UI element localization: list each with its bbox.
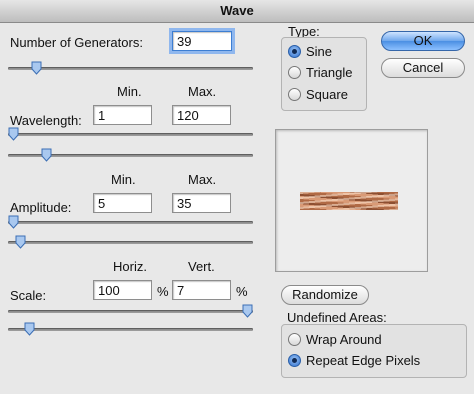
scale-vert-field[interactable]: 7 bbox=[172, 280, 231, 300]
amplitude-max-slider[interactable] bbox=[8, 235, 253, 250]
scale-vert-slider[interactable] bbox=[8, 322, 253, 337]
radio-sine[interactable]: Sine bbox=[288, 44, 332, 59]
scale-label: Scale: bbox=[10, 288, 47, 303]
radio-square[interactable]: Square bbox=[288, 87, 348, 102]
scale-vert-unit: % bbox=[236, 284, 248, 299]
preview-pane bbox=[275, 129, 428, 272]
wavelength-min-header: Min. bbox=[117, 84, 142, 99]
amplitude-min-slider[interactable] bbox=[8, 215, 253, 230]
scale-vert-slider-track bbox=[8, 328, 253, 331]
slider-thumb-icon[interactable] bbox=[8, 127, 19, 141]
wavelength-min-slider-track bbox=[8, 133, 253, 136]
radio-triangle[interactable]: Triangle bbox=[288, 65, 352, 80]
wavelength-label: Wavelength: bbox=[10, 113, 82, 128]
radio-button-icon[interactable] bbox=[288, 45, 301, 58]
radio-button-icon[interactable] bbox=[288, 88, 301, 101]
amplitude-min-slider-track bbox=[8, 221, 253, 224]
radio-triangle-label: Triangle bbox=[306, 65, 353, 80]
generators-label: Number of Generators: bbox=[10, 35, 143, 50]
scale-horiz-slider-track bbox=[8, 310, 253, 313]
radio-button-icon[interactable] bbox=[288, 354, 301, 367]
slider-thumb-icon[interactable] bbox=[8, 215, 19, 229]
scale-horiz-unit: % bbox=[157, 284, 169, 299]
wavelength-max-header: Max. bbox=[188, 84, 217, 99]
ok-button[interactable]: OK bbox=[381, 31, 465, 51]
radio-button-icon[interactable] bbox=[288, 333, 301, 346]
slider-thumb-icon[interactable] bbox=[31, 61, 42, 75]
radio-repeat-edge-pixels-label: Repeat Edge Pixels bbox=[306, 353, 421, 368]
generators-slider-track bbox=[8, 67, 253, 70]
amplitude-max-field[interactable]: 35 bbox=[172, 193, 231, 213]
preview-image bbox=[300, 192, 398, 210]
undefined-areas-label: Undefined Areas: bbox=[287, 310, 387, 325]
scale-horiz-header: Horiz. bbox=[113, 259, 147, 274]
amplitude-min-field[interactable]: 5 bbox=[93, 193, 152, 213]
scale-horiz-slider[interactable] bbox=[8, 304, 253, 319]
generators-slider[interactable] bbox=[8, 61, 253, 76]
scale-vert-header: Vert. bbox=[188, 259, 215, 274]
slider-thumb-icon[interactable] bbox=[24, 322, 35, 336]
slider-thumb-icon[interactable] bbox=[15, 235, 26, 249]
wavelength-max-field[interactable]: 120 bbox=[172, 105, 231, 125]
amplitude-label: Amplitude: bbox=[10, 200, 72, 215]
wavelength-min-slider[interactable] bbox=[8, 127, 253, 142]
amplitude-max-slider-track bbox=[8, 241, 253, 244]
randomize-button[interactable]: Randomize bbox=[281, 285, 369, 305]
radio-wrap-around[interactable]: Wrap Around bbox=[288, 332, 382, 347]
radio-sine-label: Sine bbox=[306, 44, 333, 59]
radio-button-icon[interactable] bbox=[288, 66, 301, 79]
slider-thumb-icon[interactable] bbox=[242, 304, 253, 318]
wavelength-max-slider[interactable] bbox=[8, 148, 253, 163]
scale-horiz-field[interactable]: 100 bbox=[93, 280, 152, 300]
wavelength-min-field[interactable]: 1 bbox=[93, 105, 152, 125]
amplitude-min-header: Min. bbox=[111, 172, 136, 187]
generators-field[interactable]: 39 bbox=[172, 31, 232, 51]
radio-wrap-around-label: Wrap Around bbox=[306, 332, 382, 347]
radio-repeat-edge-pixels[interactable]: Repeat Edge Pixels bbox=[288, 353, 420, 368]
amplitude-max-header: Max. bbox=[188, 172, 217, 187]
radio-square-label: Square bbox=[306, 87, 348, 102]
window-title: Wave bbox=[0, 0, 474, 23]
slider-thumb-icon[interactable] bbox=[41, 148, 52, 162]
cancel-button[interactable]: Cancel bbox=[381, 58, 465, 78]
